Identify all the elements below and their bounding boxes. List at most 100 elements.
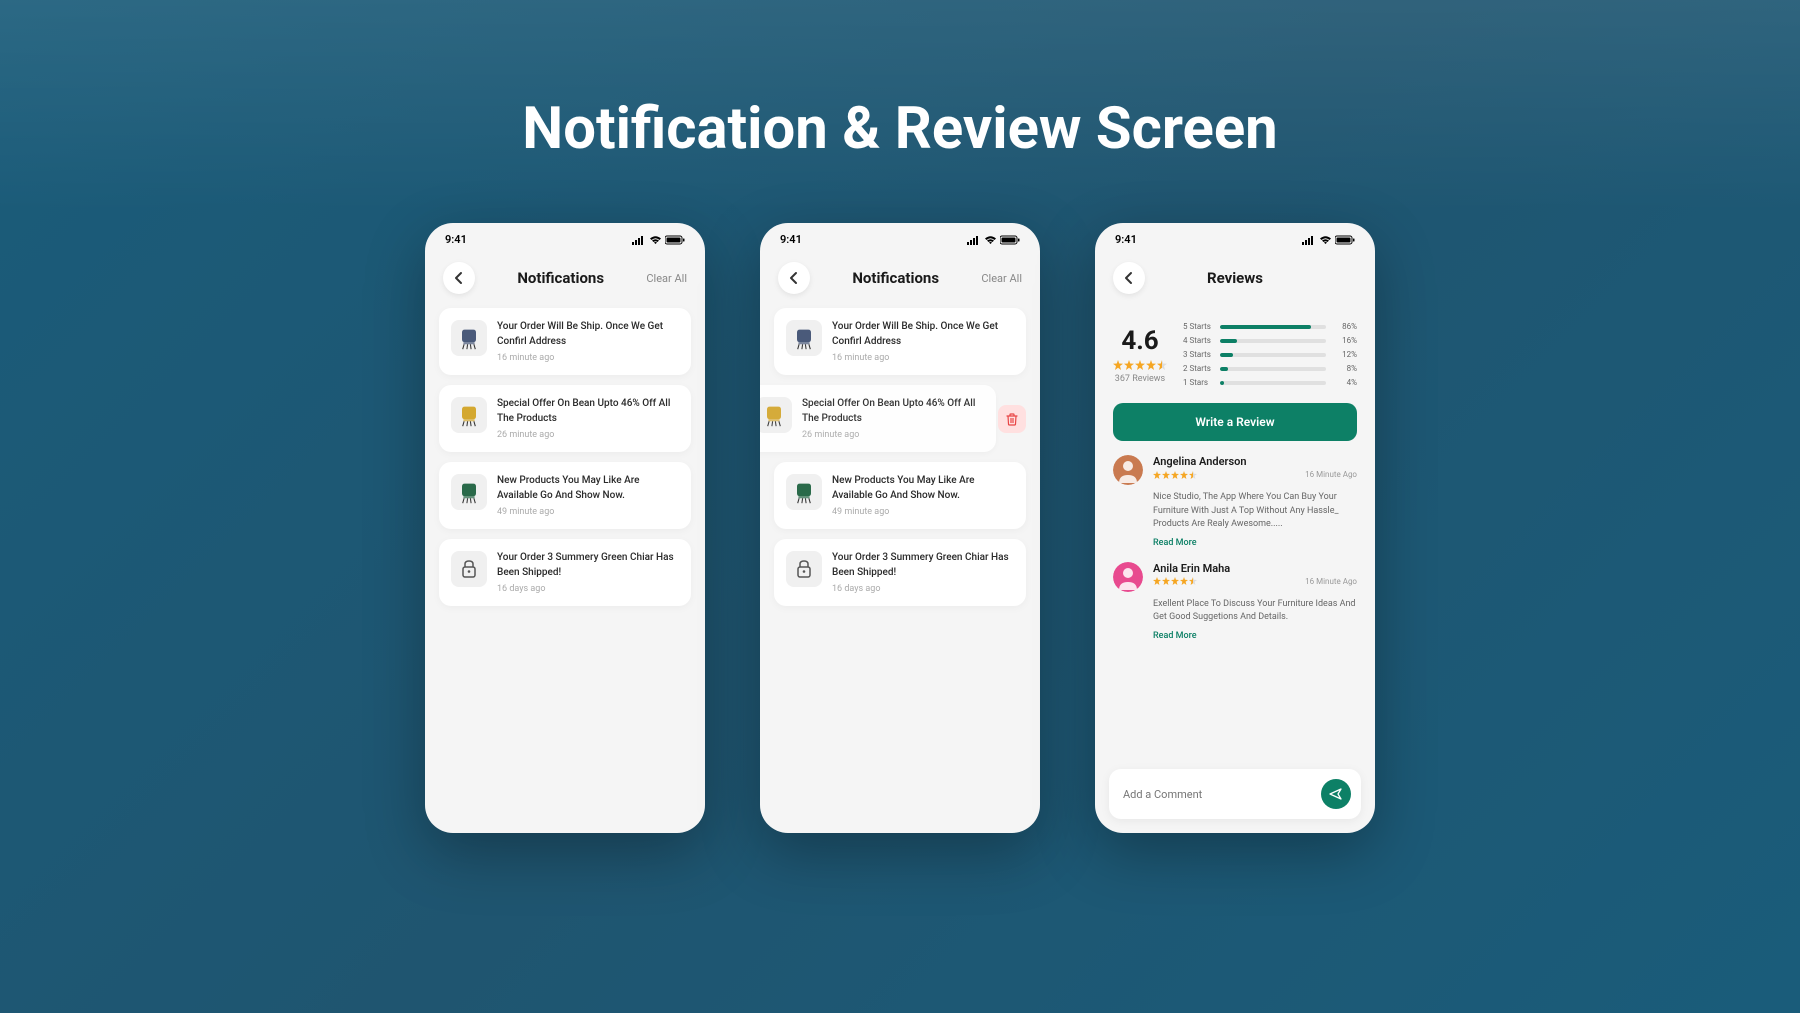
avatar [1113,562,1143,592]
comment-bar [1109,769,1361,819]
notification-card[interactable]: Your Order 3 Summery Green Chiar Has Bee… [439,539,691,606]
comment-input[interactable] [1123,788,1321,801]
wifi-icon [1319,235,1332,245]
read-more-link[interactable]: Read More [1153,631,1357,641]
send-icon [1329,787,1343,801]
review-meta: Angelina Anderson 16 Minute Ago [1153,455,1357,479]
back-button[interactable] [778,262,810,294]
battery-icon [1000,235,1020,245]
notification-content: Special Offer On Bean Upto 46% Off All T… [802,397,984,440]
rating-bar-track [1220,381,1326,385]
clear-all-button[interactable]: Clear All [981,272,1022,285]
avatar [1113,455,1143,485]
notification-card[interactable]: Special Offer On Bean Upto 46% Off All T… [760,385,996,452]
arrow-left-icon [1122,271,1136,285]
status-bar: 9:41 [425,223,705,252]
signal-icon [967,235,981,245]
review-text: Exellent Place To Discuss Your Furniture… [1153,598,1357,625]
swipe-wrapper: Special Offer On Bean Upto 46% Off All T… [774,385,1026,452]
rating-bar-row: 3 Starts 12% [1183,350,1357,359]
notification-icon [760,397,792,433]
rating-bar-label: 2 Starts [1183,364,1215,373]
notification-title: Special Offer On Bean Upto 46% Off All T… [802,397,984,426]
header-title: Reviews [1145,269,1325,287]
review-stars [1153,577,1197,585]
notification-icon [451,551,487,587]
notification-list: Your Order Will Be Ship. Once We Get Con… [425,308,705,606]
status-time: 9:41 [1115,233,1137,246]
clear-all-button[interactable]: Clear All [646,272,687,285]
status-icons [1302,235,1355,245]
back-button[interactable] [1113,262,1145,294]
notification-content: New Products You May Like Are Available … [832,474,1014,517]
rating-overview: 4.6 367 Reviews [1113,322,1167,387]
review-meta: Anila Erin Maha 16 Minute Ago [1153,562,1357,586]
notification-content: Your Order 3 Summery Green Chiar Has Bee… [832,551,1014,594]
rating-bar-row: 5 Starts 86% [1183,322,1357,331]
rating-bar-label: 4 Starts [1183,336,1215,345]
phone-notifications: 9:41 Notifications Clear All Your Order … [425,223,705,833]
rating-bar-row: 2 Starts 8% [1183,364,1357,373]
phones-container: 9:41 Notifications Clear All Your Order … [0,213,1800,833]
rating-bar-fill [1220,381,1224,385]
reviewer-name: Angelina Anderson [1153,455,1357,468]
notification-card[interactable]: Your Order 3 Summery Green Chiar Has Bee… [774,539,1026,606]
rating-bars: 5 Starts 86% 4 Starts 16% 3 Starts 12% 2… [1183,322,1357,387]
review-item: Anila Erin Maha 16 Minute Ago Exellent P… [1113,562,1357,641]
review-text: Nice Studio, The App Where You Can Buy Y… [1153,491,1357,532]
review-header: Anila Erin Maha 16 Minute Ago [1113,562,1357,592]
header-title: Notifications [810,269,981,287]
rating-bar-fill [1220,325,1311,329]
screen-header: Notifications Clear All [760,252,1040,308]
review-time: 16 Minute Ago [1305,577,1357,586]
notification-icon [451,474,487,510]
rating-bar-pct: 4% [1331,378,1357,387]
review-list: Angelina Anderson 16 Minute Ago Nice Stu… [1095,455,1375,641]
notification-card[interactable]: New Products You May Like Are Available … [774,462,1026,529]
rating-bar-row: 1 Stars 4% [1183,378,1357,387]
wifi-icon [649,235,662,245]
reviewer-name: Anila Erin Maha [1153,562,1357,575]
notification-card[interactable]: Your Order Will Be Ship. Once We Get Con… [774,308,1026,375]
rating-bar-label: 3 Starts [1183,350,1215,359]
notification-title: New Products You May Like Are Available … [497,474,679,503]
notification-time: 26 minute ago [802,430,984,440]
delete-button[interactable] [998,405,1026,433]
page-title: Notification & Review Screen [0,0,1800,213]
notification-card[interactable]: Your Order Will Be Ship. Once We Get Con… [439,308,691,375]
battery-icon [665,235,685,245]
notification-title: Your Order Will Be Ship. Once We Get Con… [497,320,679,349]
notification-time: 26 minute ago [497,430,679,440]
read-more-link[interactable]: Read More [1153,538,1357,548]
header-title: Notifications [475,269,646,287]
signal-icon [1302,235,1316,245]
notification-time: 16 minute ago [832,353,1014,363]
notification-card[interactable]: New Products You May Like Are Available … [439,462,691,529]
notification-icon [786,474,822,510]
notification-icon [786,551,822,587]
rating-bar-pct: 12% [1331,350,1357,359]
battery-icon [1335,235,1355,245]
screen-header: Notifications Clear All [425,252,705,308]
rating-bar-pct: 16% [1331,336,1357,345]
review-time: 16 Minute Ago [1305,470,1357,479]
status-time: 9:41 [780,233,802,246]
rating-bar-fill [1220,367,1228,371]
notification-content: New Products You May Like Are Available … [497,474,679,517]
rating-bar-label: 1 Stars [1183,378,1215,387]
screen-header: Reviews [1095,252,1375,308]
signal-icon [632,235,646,245]
review-stars [1153,471,1197,479]
rating-count: 367 Reviews [1115,374,1165,384]
rating-bar-track [1220,353,1326,357]
status-icons [967,235,1020,245]
notification-card[interactable]: Special Offer On Bean Upto 46% Off All T… [439,385,691,452]
status-bar: 9:41 [1095,223,1375,252]
send-button[interactable] [1321,779,1351,809]
notification-list: Your Order Will Be Ship. Once We Get Con… [760,308,1040,606]
back-button[interactable] [443,262,475,294]
notification-time: 49 minute ago [497,507,679,517]
write-review-button[interactable]: Write a Review [1113,403,1357,441]
notification-icon [451,320,487,356]
arrow-left-icon [452,271,466,285]
